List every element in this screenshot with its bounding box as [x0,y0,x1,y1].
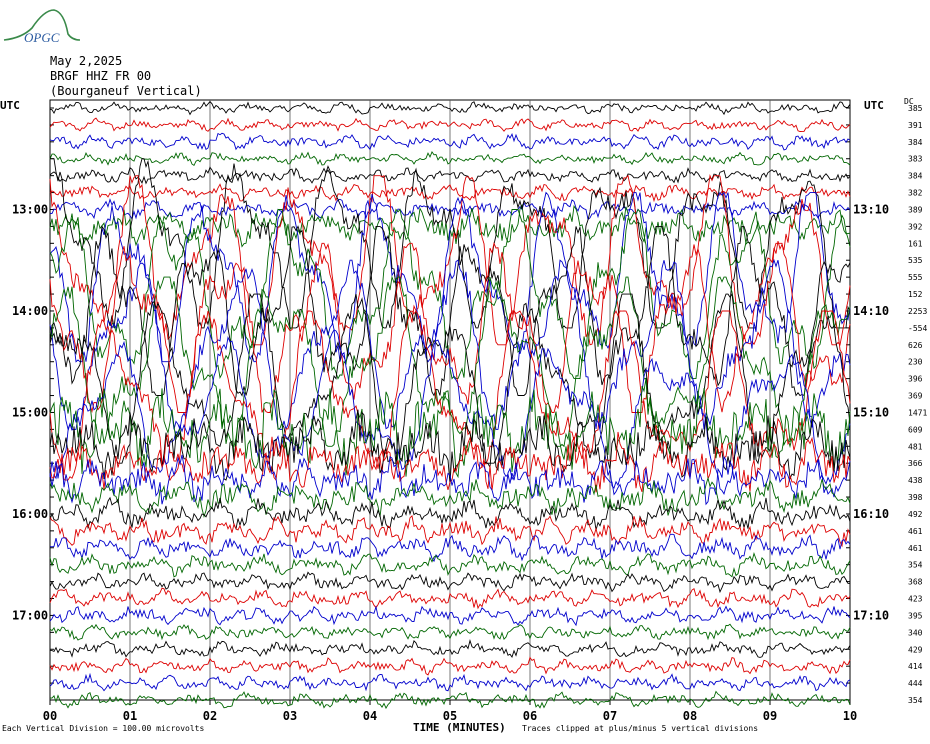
dc-offset-label: 461 [908,527,923,536]
clip-note: Traces clipped at plus/minus 5 vertical … [522,724,759,733]
dc-offset-label: 369 [908,392,923,401]
scale-note: Each Vertical Division = 100.00 microvol… [2,724,205,733]
dc-offset-label: 414 [908,662,923,671]
dc-offset-label: 152 [908,290,923,299]
dc-offset-label: 368 [908,578,923,587]
hour-label-right: 17:10 [853,608,889,622]
dc-offset-label: 161 [908,239,923,248]
hour-label-right: 16:10 [853,507,889,521]
x-tick-label: 00 [43,709,57,723]
dc-offset-label: 461 [908,544,923,553]
dc-offset-label: 535 [908,256,923,265]
x-tick-label: 04 [363,709,377,723]
dc-offset-label: -554 [908,324,927,333]
dc-offset-label: 626 [908,341,923,350]
dc-offset-label: 392 [908,222,923,231]
dc-offset-label: 366 [908,459,923,468]
dc-offset-label: 423 [908,595,923,604]
dc-offset-label: 398 [908,493,923,502]
dc-offset-label: 395 [908,611,923,620]
x-axis-title: TIME (MINUTES) [413,721,506,734]
dc-offset-label: 2253 [908,307,927,316]
dc-offset-label: 384 [908,172,923,181]
x-tick-label: 08 [683,709,697,723]
hour-label-left: 16:00 [12,507,48,521]
x-tick-label: 02 [203,709,217,723]
seismogram-plot: 00 01 02 03 04 05 06 07 08 09 10385391384383384382… [12,99,927,723]
dc-offset-label: 383 [908,155,923,164]
dc-offset-label: 396 [908,375,923,384]
dc-offset-label: 389 [908,205,923,214]
dc-offset-label: 438 [908,476,923,485]
hour-label-left: 15:00 [12,405,48,419]
x-tick-label: 06 [523,709,537,723]
dc-offset-label: 391 [908,121,923,130]
dc-offset-label: 444 [908,679,923,688]
hour-label-left: 14:00 [12,304,48,318]
dc-offset-label: 555 [908,273,923,282]
x-tick-label: 03 [283,709,297,723]
dc-offset-label: 384 [908,138,923,147]
x-tick-label: 01 [123,709,137,723]
dc-offset-label: 609 [908,425,923,434]
hour-label-left: 17:00 [12,608,48,622]
hour-label-right: 14:10 [853,304,889,318]
dc-offset-label: 492 [908,510,923,519]
dc-offset-label: 385 [908,104,923,113]
x-tick-label: 10 [843,709,857,723]
hour-label-right: 13:10 [853,202,889,216]
hour-label-left: 13:00 [12,202,48,216]
hour-label-right: 15:10 [853,405,889,419]
dc-offset-label: 340 [908,628,923,637]
dc-offset-label: 1471 [908,408,927,417]
dc-offset-label: 481 [908,442,923,451]
x-tick-label: 07 [603,709,617,723]
dc-offset-label: 354 [908,696,923,705]
dc-offset-label: 230 [908,358,923,367]
dc-offset-label: 354 [908,561,923,570]
dc-offset-label: 382 [908,189,923,198]
x-tick-label: 09 [763,709,777,723]
dc-offset-label: 429 [908,645,923,654]
